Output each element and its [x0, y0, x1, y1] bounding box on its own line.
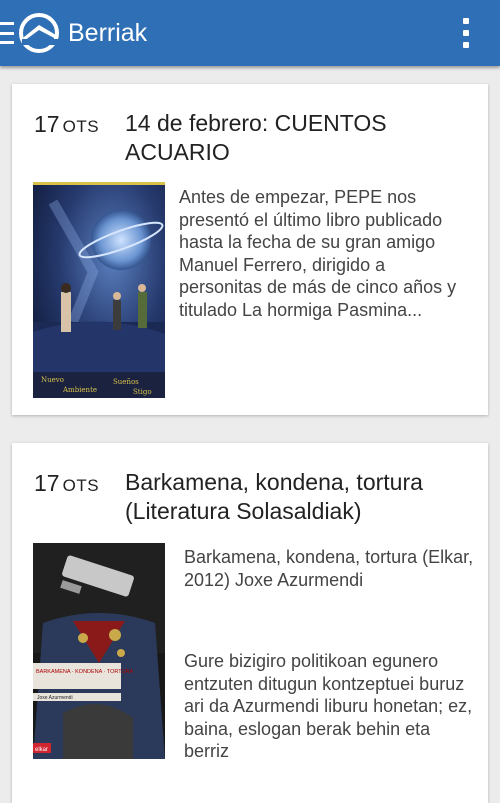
post-date: 17 OTS	[34, 470, 99, 497]
svg-text:Stigo: Stigo	[133, 388, 152, 396]
post-date: 17 OTS	[34, 111, 99, 138]
post-title[interactable]: 14 de febrero: CUENTOS ACUARIO	[125, 109, 465, 167]
post-thumbnail[interactable]: BARKAMENA · KONDENA · TORTURA Joxe Azurm…	[33, 543, 165, 759]
more-vert-icon[interactable]	[462, 18, 470, 48]
svg-text:Nuevo: Nuevo	[41, 376, 64, 384]
post-thumbnail[interactable]: Nuevo Ambiente Sueños Stigo	[33, 182, 165, 398]
app-bar: Berriak	[0, 0, 500, 66]
svg-text:Ambiente: Ambiente	[62, 386, 97, 394]
post-book-info: Barkamena, kondena, tortura (Elkar, 2012…	[184, 547, 474, 590]
post-day: 17	[34, 111, 60, 137]
menu-icon[interactable]	[0, 22, 14, 44]
svg-text:BARKAMENA · KONDENA · TORTURA: BARKAMENA · KONDENA · TORTURA	[36, 669, 134, 675]
post-day: 17	[34, 470, 60, 496]
post-month: OTS	[62, 476, 100, 495]
svg-text:elkar: elkar	[35, 747, 48, 753]
post-month: OTS	[62, 117, 100, 136]
app-title: Berriak	[68, 18, 148, 47]
post-card[interactable]: 17 OTS 14 de febrero: CUENTOS ACUARIO Nu…	[12, 84, 488, 415]
svg-text:Sueños: Sueños	[113, 378, 139, 386]
post-card[interactable]: 17 OTS Barkamena, kondena, tortura (Liter…	[12, 443, 488, 803]
post-excerpt: Antes de empezar, PEPE nos presentó el ú…	[179, 187, 457, 320]
post-excerpt: Gure bizigiro politikoan egunero entzute…	[184, 651, 473, 761]
post-title[interactable]: Barkamena, kondena, tortura (Literatura …	[125, 468, 465, 526]
app-logo-icon	[19, 13, 59, 53]
svg-text:Joxe Azurmendi: Joxe Azurmendi	[37, 695, 73, 701]
